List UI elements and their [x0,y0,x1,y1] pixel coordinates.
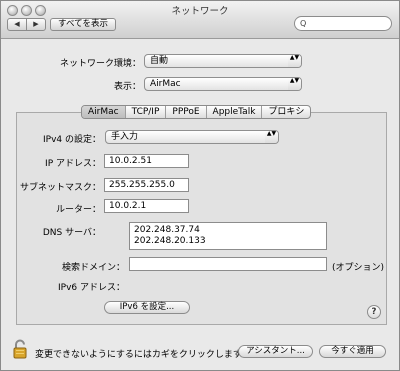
title-bar: ネットワーク ◀ ▶ すべてを表示 Q [1,1,399,39]
ip-address-label: IP アドレス： [45,159,101,169]
tab-bar: AirMac TCP/IP PPPoE AppleTalk プロキシ [81,105,312,119]
tab-tcpip[interactable]: TCP/IP [124,106,166,118]
router-label: ルーター： [55,205,101,215]
location-value: 自動 [150,56,169,66]
right-arrow-icon[interactable]: ▶ [26,19,45,30]
back-forward-control: ◀ ▶ [7,18,46,31]
search-field[interactable]: Q [294,16,392,31]
dns-server-2: 202.248.20.133 [134,236,206,246]
subnet-mask-field[interactable]: 255.255.255.0 [104,178,189,192]
popup-arrows-icon: ▲▼ [288,78,301,90]
tab-pppoe[interactable]: PPPoE [165,106,205,118]
dns-servers-field[interactable]: 202.248.37.74 202.248.20.133 [129,222,327,250]
window-title: ネットワーク [171,6,229,17]
configure-ipv6-button[interactable]: IPv6 を設定... [104,301,190,314]
dns-server-1: 202.248.37.74 [134,225,200,235]
show-popup[interactable]: AirMac ▲▼ [144,77,302,91]
lock-icon[interactable] [13,339,29,359]
lock-message: 変更できないようにするにはカギをクリックします。 [35,350,251,360]
tab-appletalk[interactable]: AppleTalk [205,106,262,118]
popup-arrows-icon: ▲▼ [265,131,278,143]
tab-proxy[interactable]: プロキシ [261,106,310,118]
ipv6-label: IPv6 アドレス： [58,283,125,293]
search-domains-field[interactable] [129,257,327,271]
search-icon: Q [300,19,307,28]
assist-button[interactable]: アシスタント... [238,345,313,358]
ipv4-label: IPv4 の設定： [43,135,101,145]
apply-now-button[interactable]: 今すぐ適用 [319,345,386,358]
popup-arrows-icon: ▲▼ [288,55,301,67]
subnet-mask-label: サブネットマスク： [19,183,101,193]
show-label: 表示： [113,82,141,92]
search-domains-label: 検索ドメイン： [61,263,125,273]
optional-hint: (オプション) [332,263,385,273]
show-value: AirMac [150,79,181,89]
ipv4-config-value: 手入力 [111,132,139,142]
ip-address-field[interactable]: 10.0.2.51 [104,154,189,168]
router-field[interactable]: 10.0.2.1 [104,199,189,213]
dns-label: DNS サーバ： [42,228,101,238]
show-all-button[interactable]: すべてを表示 [50,18,116,31]
left-arrow-icon[interactable]: ◀ [8,19,26,30]
tab-airmac[interactable]: AirMac [82,106,125,118]
ipv4-config-popup[interactable]: 手入力 ▲▼ [105,130,279,144]
location-label: ネットワーク環境： [59,59,141,69]
preferences-window: ネットワーク ◀ ▶ すべてを表示 Q ネットワーク環境： 自動 ▲▼ 表示： … [0,0,400,371]
help-button[interactable]: ? [367,305,381,319]
location-popup[interactable]: 自動 ▲▼ [144,54,302,68]
